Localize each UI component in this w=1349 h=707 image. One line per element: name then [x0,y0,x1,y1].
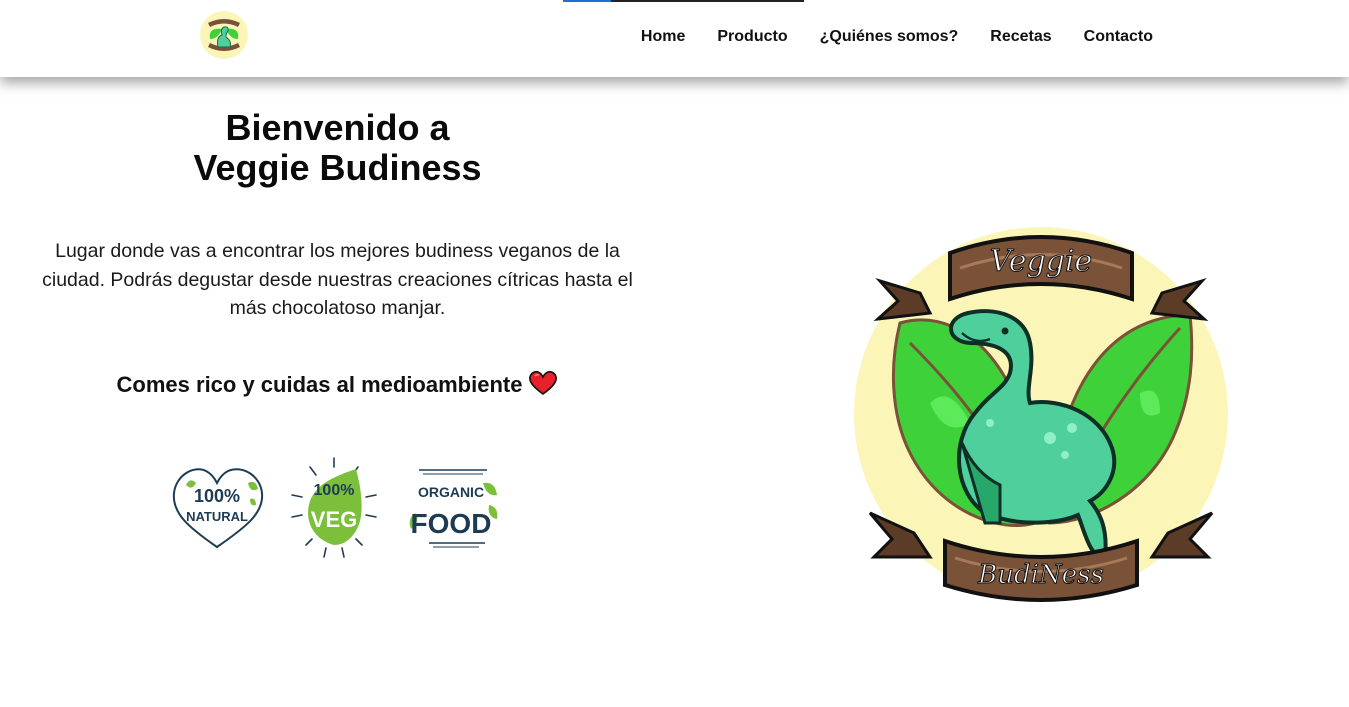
veg-badge-icon: 100% VEG [291,457,377,558]
logo-top-text: Veggie [990,244,1092,279]
top-progress-line [563,0,804,2]
nav-link-producto[interactable]: Producto [717,26,787,48]
organic-badge-line2: FOOD [411,508,492,539]
veggie-budiness-logo: Veggie BudiNess [854,227,1228,602]
nav-link-quienes-somos[interactable]: ¿Quiénes somos? [820,26,959,48]
veg-badge-line2: VEG [311,507,357,532]
hero-tagline: Comes rico y cuidas al medioambiente [40,370,635,399]
nav-link-recetas[interactable]: Recetas [990,26,1051,48]
heart-icon [529,370,558,395]
nav-logo-icon[interactable] [198,9,250,61]
hero-tagline-text: Comes rico y cuidas al medioambiente [116,372,523,397]
natural-badge-line1: 100% [194,486,240,506]
hero-title-line1: Bienvenido a [225,107,450,148]
nav-link-contacto[interactable]: Contacto [1084,26,1153,48]
organic-badge-line1: ORGANIC [418,484,484,500]
hero-title: Bienvenido a Veggie Budiness [40,108,635,188]
navbar: Home Producto ¿Quiénes somos? Recetas Co… [0,0,1349,77]
main-nav: Home Producto ¿Quiénes somos? Recetas Co… [609,26,1153,48]
nav-link-home[interactable]: Home [641,26,685,48]
natural-badge-icon: 100% NATURAL [172,468,264,549]
natural-badge-line2: NATURAL [186,509,248,524]
organic-badge-icon: ORGANIC FOOD [409,469,498,548]
hero-title-line2: Veggie Budiness [193,147,482,188]
hero-description: Lugar donde vas a encontrar los mejores … [42,240,633,319]
logo-bottom-text: BudiNess [977,560,1104,590]
veg-badge-line1: 100% [314,482,355,499]
